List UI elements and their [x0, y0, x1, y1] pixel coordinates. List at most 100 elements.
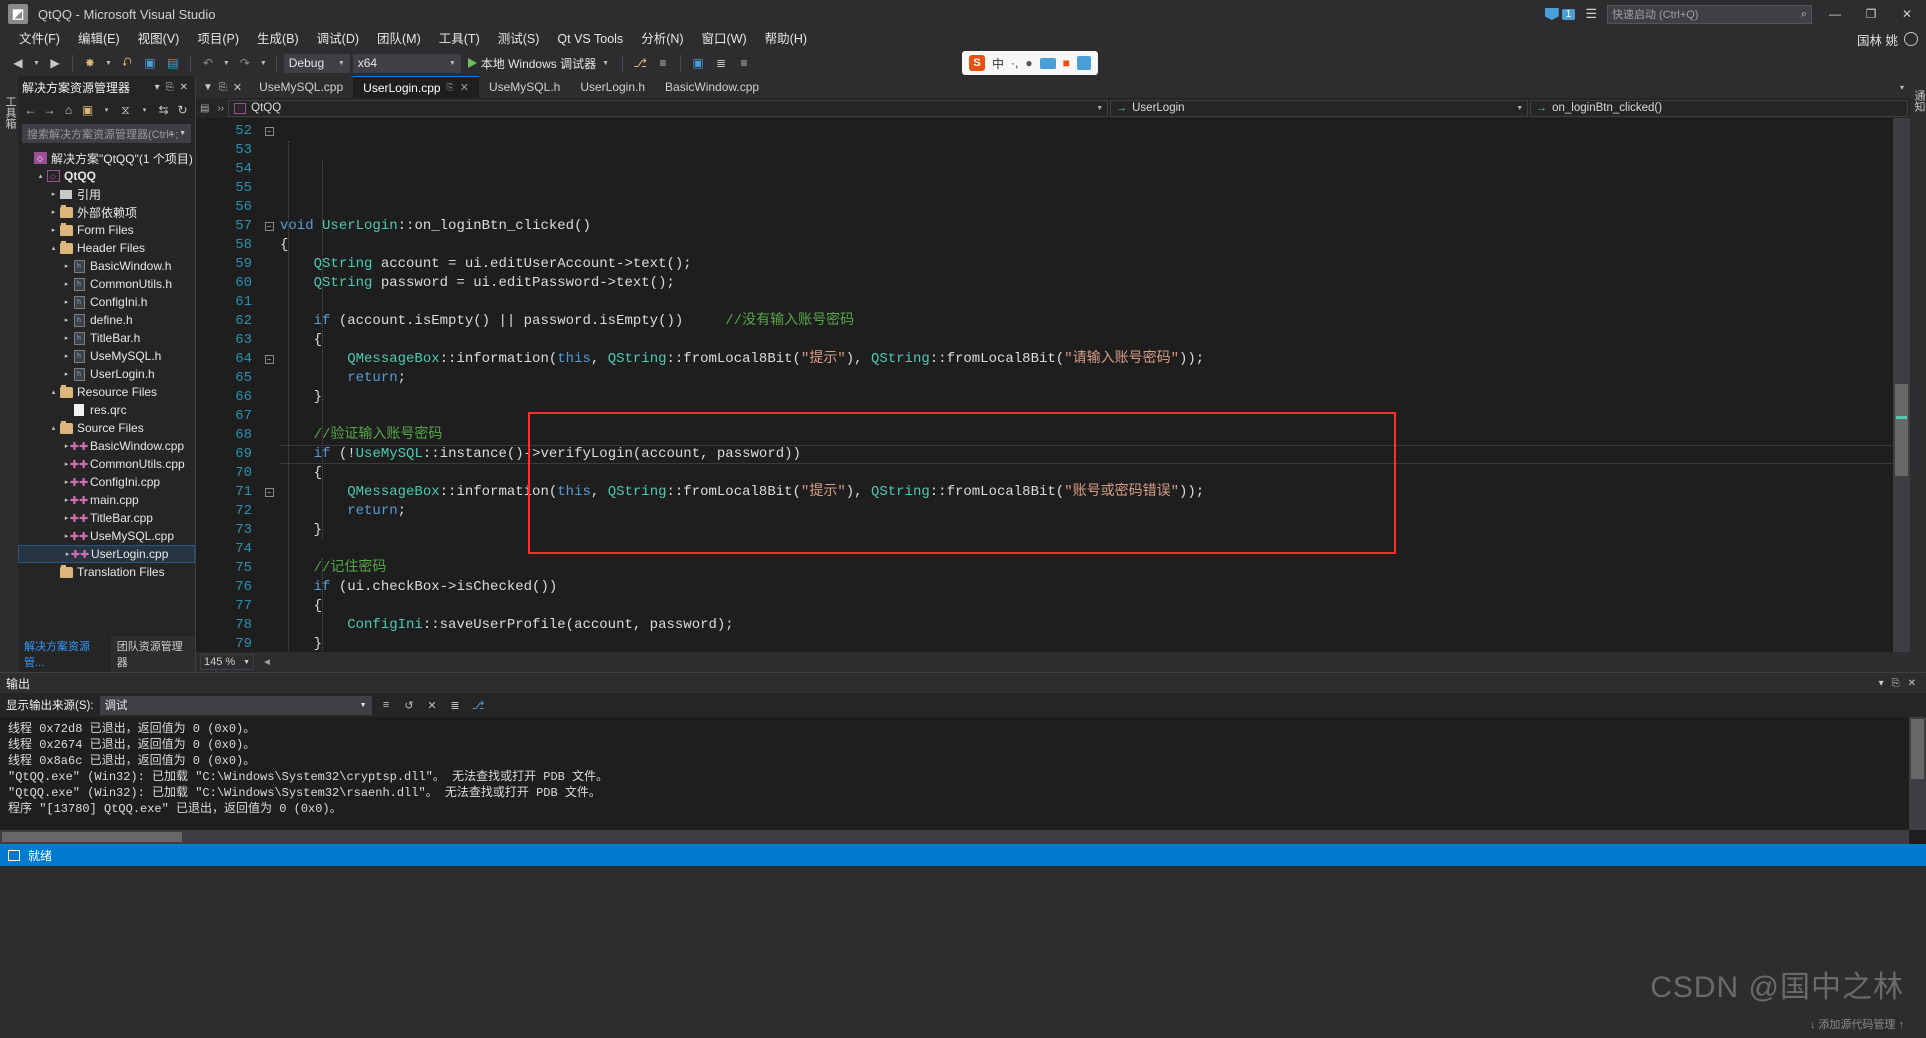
chevron-collapsed-icon[interactable]: ▸: [61, 352, 72, 360]
chevron-collapsed-icon[interactable]: ▸: [61, 298, 72, 306]
scrollbar-thumb[interactable]: [1911, 719, 1924, 779]
notification-button[interactable]: 1: [1544, 8, 1576, 20]
code-line[interactable]: [280, 540, 1893, 559]
redo-button[interactable]: ↷: [235, 53, 255, 73]
toolbar-extra-3-button[interactable]: ▣: [688, 53, 708, 73]
tab-solution-explorer[interactable]: 解决方案资源管...: [18, 636, 111, 672]
code-folding-margin[interactable]: − − − −: [258, 118, 280, 652]
code-line[interactable]: {: [280, 464, 1893, 483]
tree-item[interactable]: ▸ ✚✚ UserLogin.cpp: [18, 545, 195, 563]
toolbar-extra-4-button[interactable]: ≣: [711, 53, 731, 73]
close-icon[interactable]: ✕: [177, 82, 191, 93]
code-line[interactable]: return;: [280, 369, 1893, 388]
editor-tab-userlogin-h[interactable]: UserLogin.h: [570, 76, 655, 98]
chevron-collapsed-icon[interactable]: ▸: [48, 190, 59, 198]
fold-toggle-icon[interactable]: −: [258, 217, 280, 236]
toolbar-extra-2-button[interactable]: ≡: [653, 53, 673, 73]
solution-tree[interactable]: ◇ 解决方案"QtQQ"(1 个项目) ▴ ◇ QtQQ ▸ 引用 ▸ 外部依赖项 ▸ Form F…: [18, 146, 195, 654]
account-settings-icon[interactable]: ☰: [1585, 6, 1597, 22]
menu-item-test[interactable]: 测试(S): [489, 28, 549, 50]
new-project-dropdown-icon[interactable]: ▼: [103, 60, 114, 67]
tree-item[interactable]: ▸ h TitleBar.h: [18, 329, 195, 347]
tree-item[interactable]: ▸ ✚✚ BasicWindow.cpp: [18, 437, 195, 455]
save-button[interactable]: ▣: [140, 53, 160, 73]
menu-item-qt-vs-tools[interactable]: Qt VS Tools: [548, 28, 632, 50]
tree-item[interactable]: ▴ Source Files: [18, 419, 195, 437]
tree-item[interactable]: ▴ Header Files: [18, 239, 195, 257]
code-line[interactable]: {: [280, 331, 1893, 350]
navbar-class-select[interactable]: → UserLogin ▼: [1110, 99, 1529, 117]
chevron-expanded-icon[interactable]: ▴: [48, 388, 59, 396]
output-text-content[interactable]: 线程 0x72d8 已退出，返回值为 0 (0x0)。 线程 0x2674 已退出…: [0, 717, 1926, 844]
close-button[interactable]: ✕: [1894, 0, 1920, 28]
undo-dropdown-icon[interactable]: ▼: [221, 60, 232, 67]
editor-tab-usemysql-cpp[interactable]: UseMySQL.cpp: [249, 76, 353, 98]
close-icon[interactable]: ✕: [460, 81, 469, 94]
tree-item[interactable]: ▸ h define.h: [18, 311, 195, 329]
tree-item[interactable]: ▸ ✚✚ UseMySQL.cpp: [18, 527, 195, 545]
chevron-expanded-icon[interactable]: ▴: [35, 172, 46, 180]
menu-item-analyze[interactable]: 分析(N): [632, 28, 692, 50]
tab-team-explorer[interactable]: 团队资源管理器: [110, 636, 195, 672]
navigation-bar-toggle-icon[interactable]: ▤: [196, 103, 213, 114]
ime-punctuation-label[interactable]: ·,: [1011, 56, 1018, 70]
glyph-margin[interactable]: [196, 118, 216, 652]
code-line[interactable]: }: [280, 635, 1893, 652]
fold-toggle-icon[interactable]: −: [258, 483, 280, 502]
ime-mode-label[interactable]: 中: [992, 55, 1004, 72]
tree-item[interactable]: ▸ 引用: [18, 185, 195, 203]
scrollbar-thumb[interactable]: [2, 832, 182, 842]
output-wordwrap-icon[interactable]: ≣: [447, 697, 464, 714]
chevron-down-icon[interactable]: ▾: [99, 106, 114, 114]
chevron-down-icon[interactable]: ▼: [179, 130, 186, 137]
signed-in-user[interactable]: 国林 姚: [1857, 30, 1918, 49]
chevron-down-icon[interactable]: ▼: [1096, 105, 1103, 112]
chevron-collapsed-icon[interactable]: ▸: [48, 226, 59, 234]
horizontal-scroll-left-icon[interactable]: ◄: [262, 657, 272, 668]
code-line[interactable]: QMessageBox::information(this, QString::…: [280, 483, 1893, 502]
menu-item-tools[interactable]: 工具(T): [430, 28, 489, 50]
menu-item-help[interactable]: 帮助(H): [756, 28, 816, 50]
code-editor[interactable]: 52 53 54 55 56 57 58 59 60 61 62 63 64 65 66 67 68 69 70 71…: [196, 118, 1910, 652]
tree-item[interactable]: ▸ ✚✚ ConfigIni.cpp: [18, 473, 195, 491]
editor-tab-usemysql-h[interactable]: UseMySQL.h: [479, 76, 570, 98]
editor-tab-basicwindow-cpp[interactable]: BasicWindow.cpp: [655, 76, 769, 98]
chevron-expanded-icon[interactable]: ▴: [48, 424, 59, 432]
tree-item[interactable]: res.qrc: [18, 401, 195, 419]
quick-launch-input[interactable]: 快速启动 (Ctrl+Q) ⌕: [1607, 4, 1812, 24]
tree-item[interactable]: ▸ h UseMySQL.h: [18, 347, 195, 365]
redo-dropdown-icon[interactable]: ▼: [258, 60, 269, 67]
menu-item-debug[interactable]: 调试(D): [308, 28, 368, 50]
chevron-down-icon[interactable]: ▾: [1875, 678, 1888, 689]
code-line[interactable]: void UserLogin::on_loginBtn_clicked(): [280, 217, 1893, 236]
minimize-button[interactable]: —: [1822, 0, 1848, 28]
navigation-bar-overflow-icon[interactable]: ››: [213, 103, 228, 114]
tree-item[interactable]: ▸ h BasicWindow.h: [18, 257, 195, 275]
tree-item[interactable]: ◇ 解决方案"QtQQ"(1 个项目): [18, 149, 195, 167]
toolbar-overflow-button[interactable]: ≡: [734, 53, 754, 73]
chevron-down-icon[interactable]: ▼: [600, 60, 611, 67]
tree-item[interactable]: ▸ 外部依赖项: [18, 203, 195, 221]
fold-toggle-icon[interactable]: −: [258, 350, 280, 369]
chevron-down-icon[interactable]: ▾: [137, 106, 152, 114]
pending-changes-icon[interactable]: ⧖: [118, 103, 133, 118]
menu-item-file[interactable]: 文件(F): [10, 28, 69, 50]
pin-icon[interactable]: ⎘: [219, 82, 227, 93]
attach-process-button[interactable]: ⎇: [630, 53, 650, 73]
home-icon[interactable]: ⌂: [61, 103, 76, 117]
code-line[interactable]: ConfigIni::saveUserProfile(account, pass…: [280, 616, 1893, 635]
code-line[interactable]: {: [280, 236, 1893, 255]
save-all-button[interactable]: ▤: [163, 53, 183, 73]
navigate-forward-button[interactable]: ▶: [45, 53, 65, 73]
chevron-collapsed-icon[interactable]: ▸: [61, 316, 72, 324]
pin-icon[interactable]: ⎘: [1888, 678, 1904, 689]
chevron-down-icon[interactable]: ▾: [152, 82, 163, 93]
code-text-content[interactable]: void UserLogin::on_loginBtn_clicked(){ Q…: [280, 118, 1893, 652]
fold-toggle-icon[interactable]: −: [258, 122, 280, 141]
menu-item-build[interactable]: 生成(B): [248, 28, 308, 50]
undo-button[interactable]: ↶: [198, 53, 218, 73]
code-line[interactable]: return;: [280, 502, 1893, 521]
toolbox-tab[interactable]: 工具箱: [0, 90, 20, 135]
output-vertical-scrollbar[interactable]: [1909, 717, 1926, 830]
close-icon[interactable]: ✕: [233, 81, 242, 94]
